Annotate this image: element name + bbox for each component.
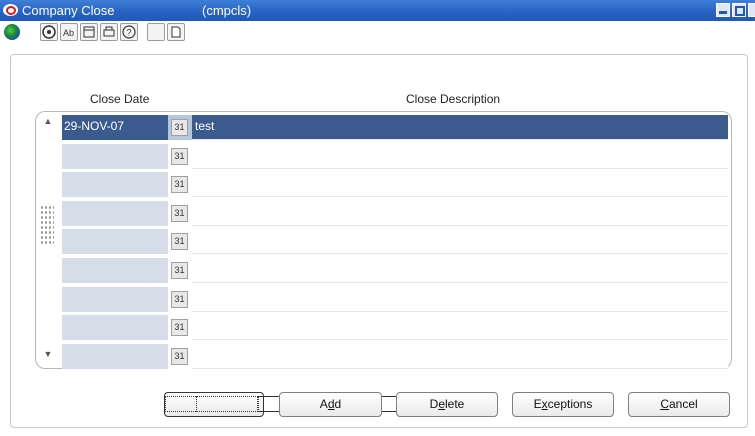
calendar-button[interactable]: 31 <box>168 229 192 255</box>
close-date-cell[interactable] <box>62 343 168 369</box>
scroll-up-arrow-icon[interactable]: ▲ <box>43 116 53 126</box>
cancel-button[interactable]: Cancel <box>628 392 730 417</box>
scroll-down-arrow-icon[interactable]: ▼ <box>43 349 53 359</box>
table-row[interactable]: 31 <box>62 229 728 255</box>
column-header-close-date: Close Date <box>90 92 150 106</box>
table-row[interactable]: 31 <box>62 258 728 284</box>
table-row[interactable]: 31 <box>62 143 728 170</box>
close-description-cell[interactable] <box>192 143 728 169</box>
window-title: Company Close <box>22 3 115 18</box>
ok-button[interactable]: OK <box>164 392 431 417</box>
table-row[interactable]: 31 <box>62 315 728 341</box>
table-row[interactable]: 31 <box>62 286 728 313</box>
column-header-close-description: Close Description <box>406 92 501 106</box>
close-description-cell[interactable] <box>192 343 728 369</box>
close-date-cell[interactable] <box>62 200 168 226</box>
globe-icon[interactable] <box>3 23 21 41</box>
close-date-cell[interactable] <box>62 315 168 341</box>
calendar-icon: 31 <box>171 262 188 279</box>
calendar-button[interactable]: 31 <box>168 258 192 283</box>
close-date-cell[interactable] <box>62 172 168 198</box>
scroll-grip[interactable] <box>40 205 54 245</box>
calendar-icon: 31 <box>171 204 188 222</box>
svg-text:Ab: Ab <box>63 28 74 38</box>
delete-button[interactable]: Delete <box>396 392 498 417</box>
calendar-button[interactable]: 31 <box>168 115 192 140</box>
close-description-cell[interactable] <box>192 258 728 283</box>
minimize-button[interactable] <box>716 3 730 17</box>
close-date-cell[interactable]: 29-NOV-07 <box>62 115 168 140</box>
close-description-cell[interactable]: test <box>192 115 728 140</box>
close-description-cell[interactable] <box>192 172 728 198</box>
exceptions-button[interactable]: Exceptions <box>512 392 614 417</box>
close-description-cell[interactable] <box>192 315 728 341</box>
toolbar: Ab ? <box>0 21 755 44</box>
calendar-icon: 31 <box>171 233 188 251</box>
calendar-icon[interactable] <box>80 23 98 41</box>
text-icon[interactable]: Ab <box>60 23 78 41</box>
maximize-button[interactable] <box>732 3 746 17</box>
help-icon[interactable] <box>40 23 58 41</box>
calendar-icon: 31 <box>171 176 188 194</box>
window-code: (cmpcls) <box>202 3 252 18</box>
add-button[interactable]: Add <box>279 392 382 417</box>
calendar-button[interactable]: 31 <box>168 343 192 369</box>
calendar-icon: 31 <box>171 147 188 165</box>
table-row[interactable]: 29-NOV-07 31 test <box>62 115 728 141</box>
calendar-button[interactable]: 31 <box>168 286 192 312</box>
calendar-icon: 31 <box>171 319 188 337</box>
svg-text:?: ? <box>127 28 132 38</box>
title-bar: Company Close (cmpcls) <box>0 0 755 21</box>
calendar-button[interactable]: 31 <box>168 200 192 226</box>
close-date-cell[interactable] <box>62 258 168 283</box>
question-icon[interactable]: ? <box>120 23 138 41</box>
calendar-icon: 31 <box>171 347 188 365</box>
close-button[interactable] <box>748 3 755 17</box>
calendar-icon: 31 <box>171 119 188 136</box>
printer-icon[interactable] <box>100 23 118 41</box>
calendar-button[interactable]: 31 <box>168 143 192 169</box>
blank-icon[interactable] <box>147 23 165 41</box>
table-row[interactable]: 31 <box>62 172 728 198</box>
close-date-cell[interactable] <box>62 229 168 255</box>
calendar-button[interactable]: 31 <box>168 172 192 198</box>
table-row[interactable]: 31 <box>62 343 728 370</box>
table-row[interactable]: 31 <box>62 200 728 227</box>
close-description-cell[interactable] <box>192 286 728 312</box>
close-date-cell[interactable] <box>62 286 168 312</box>
close-description-cell[interactable] <box>192 229 728 255</box>
close-date-cell[interactable] <box>62 143 168 169</box>
close-description-cell[interactable] <box>192 200 728 226</box>
oracle-logo-icon <box>3 4 18 16</box>
calendar-icon: 31 <box>171 290 188 308</box>
new-document-icon[interactable] <box>167 23 185 41</box>
calendar-button[interactable]: 31 <box>168 315 192 341</box>
